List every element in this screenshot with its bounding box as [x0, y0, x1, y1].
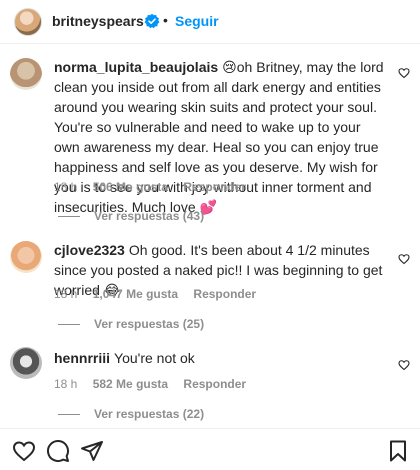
- comment-like-icon[interactable]: [398, 67, 410, 79]
- replies-divider: [58, 324, 80, 326]
- follow-button[interactable]: Seguir: [175, 13, 219, 29]
- comment-item: norma_lupita_beaujolais 😢oh Britney, may …: [0, 56, 420, 226]
- reply-button[interactable]: Responder: [183, 180, 246, 194]
- avatar[interactable]: [10, 347, 42, 379]
- avatar[interactable]: [14, 8, 42, 36]
- comment-like-icon[interactable]: [398, 253, 410, 265]
- action-bar: [0, 428, 420, 470]
- reply-button[interactable]: Responder: [193, 287, 256, 301]
- replies-divider: [58, 216, 80, 218]
- view-replies-label: Ver respuestas (25): [94, 317, 205, 331]
- comment-username[interactable]: norma_lupita_beaujolais: [54, 59, 218, 75]
- post-username[interactable]: britneyspears: [52, 13, 144, 29]
- reply-button[interactable]: Responder: [183, 377, 246, 391]
- comment-likes[interactable]: 582 Me gusta: [93, 377, 168, 391]
- comment-time[interactable]: 18 h: [54, 377, 77, 391]
- comment-item: cjlove2323 Oh good. It's been about 4 1/2…: [0, 240, 420, 340]
- view-replies-label: Ver respuestas (22): [94, 407, 205, 421]
- share-icon[interactable]: [80, 439, 104, 463]
- heart-icon[interactable]: [12, 439, 36, 463]
- comment-time[interactable]: 18 h: [54, 180, 77, 194]
- view-replies-button[interactable]: Ver respuestas (43): [58, 209, 204, 223]
- view-replies-button[interactable]: Ver respuestas (25): [58, 317, 204, 331]
- comment-icon[interactable]: [46, 439, 70, 463]
- view-replies-label: Ver respuestas (43): [94, 209, 205, 223]
- comment-item: hennrriii You're not ok 18 h 582 Me gusta…: [0, 346, 420, 426]
- comment-likes[interactable]: 1,047 Me gusta: [93, 287, 178, 301]
- view-replies-button[interactable]: Ver respuestas (22): [58, 407, 204, 421]
- avatar[interactable]: [10, 241, 42, 273]
- comment-likes[interactable]: 506 Me gusta: [93, 180, 168, 194]
- post-header: britneyspears • Seguir: [0, 0, 420, 44]
- avatar[interactable]: [10, 58, 42, 90]
- separator-dot: •: [163, 12, 168, 28]
- verified-badge-icon: [144, 13, 160, 29]
- comment-username[interactable]: hennrriii: [54, 350, 110, 366]
- comment-text: You're not ok: [114, 350, 195, 366]
- replies-divider: [58, 414, 80, 416]
- comment-meta: 18 h 582 Me gusta Responder: [54, 377, 258, 391]
- comment-meta: 18 h 1,047 Me gusta Responder: [54, 287, 268, 301]
- comment-meta: 18 h 506 Me gusta Responder: [54, 180, 258, 194]
- comment-time[interactable]: 18 h: [54, 287, 77, 301]
- bookmark-icon[interactable]: [386, 439, 410, 463]
- comment-like-icon[interactable]: [398, 359, 410, 371]
- comment-body: hennrriii You're not ok: [54, 348, 390, 368]
- comment-username[interactable]: cjlove2323: [54, 242, 125, 258]
